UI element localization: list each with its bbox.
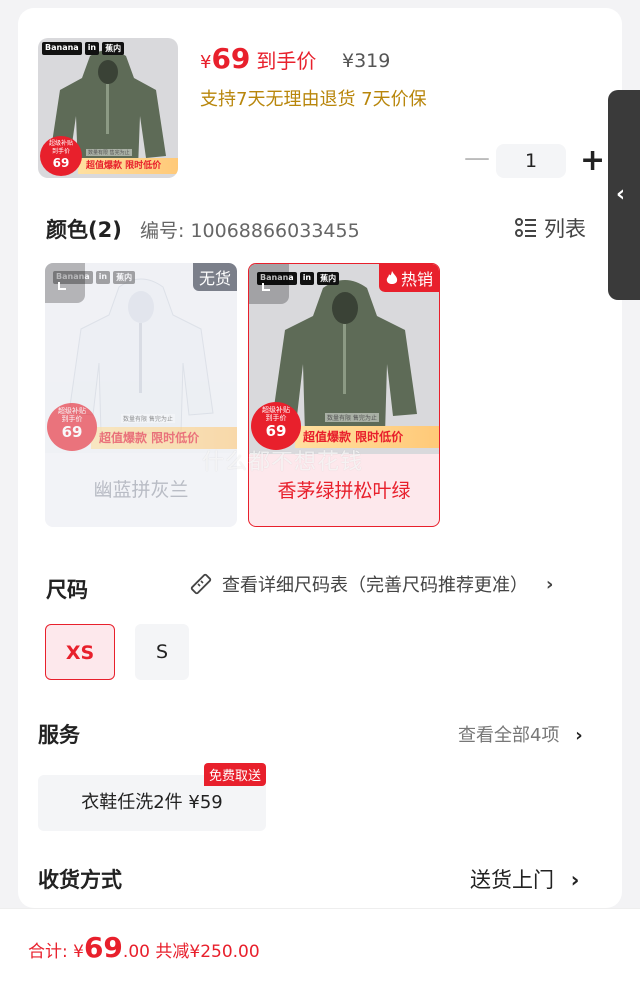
- checkout-footer: 合计: ¥69.00 共减¥250.00: [0, 908, 640, 984]
- free-pickup-badge: 免费取送: [204, 763, 267, 786]
- watermark-text: 什么都不想花钱: [202, 450, 364, 475]
- color-section-title: 颜色(2): [46, 218, 122, 242]
- brand-badge: 蕉内: [113, 271, 136, 284]
- total-decimal: .00: [122, 942, 150, 962]
- final-price: ¥69 到手价: [200, 42, 316, 75]
- hot-sale-label: 热销: [400, 270, 433, 289]
- chevron-right-icon: ›: [575, 725, 583, 746]
- return-policy: 支持7天无理由退货 7天价保: [200, 89, 427, 110]
- promo-banner: 数量有限 售完为止 超值爆款 限时低价 超级补贴 到手价 69: [38, 136, 178, 178]
- promo-mini-text: 数量有限 售完为止: [325, 413, 379, 422]
- size-chart-link[interactable]: 查看详细尺码表（完善尺码推荐更准） ›: [188, 571, 553, 597]
- price-value: 69: [211, 42, 251, 75]
- promo-circle-price: 69: [61, 423, 83, 441]
- promo-circle-price: 69: [265, 422, 287, 440]
- list-view-toggle[interactable]: 列表: [514, 213, 586, 243]
- out-of-stock-badge: 无货: [192, 263, 237, 291]
- promo-strip: 超值爆款 限时低价: [78, 158, 178, 174]
- original-price: ¥319: [342, 50, 391, 72]
- brand-badge: in: [95, 271, 111, 284]
- brand-badge: Banana: [42, 42, 82, 55]
- promo-mini-text: 数量有限 售完为止: [121, 414, 175, 423]
- promo-circle-line1: 超级补贴: [262, 406, 290, 414]
- ruler-icon: [190, 573, 212, 595]
- list-icon: [515, 218, 536, 237]
- expand-icon: [58, 282, 66, 290]
- size-section-title: 尺码: [46, 578, 88, 602]
- view-all-services-link[interactable]: 查看全部4项 ›: [458, 721, 583, 747]
- promo-mini-text: 数量有限 售完为止: [86, 149, 132, 156]
- brand-badge: 蕉内: [102, 42, 125, 55]
- view-all-services-label: 查看全部4项: [458, 725, 560, 746]
- color-swatch-option[interactable]: Banana in 蕉内 数量有限 售完为止 超值爆款 限时低价 超级补贴 到手…: [45, 263, 237, 527]
- product-sku-sheet: Banana in 蕉内 数量有限 售完为止 超值爆款 限时低价 超级补贴 到手…: [18, 8, 622, 908]
- shipping-method-value: 送货上门: [470, 868, 554, 892]
- shipping-section-title: 收货方式: [38, 868, 122, 892]
- promo-circle-line1: 超级补贴: [58, 407, 86, 415]
- chevron-right-icon: ›: [546, 573, 554, 595]
- swatch-name: 幽蓝拼灰兰: [93, 479, 189, 501]
- promo-circle-line2: 到手价: [265, 414, 287, 422]
- promo-circle-line2: 到手价: [51, 148, 70, 155]
- total-price: 合计: ¥69.00 共减¥250.00: [28, 931, 260, 964]
- brand-badge: 蕉内: [317, 272, 340, 285]
- promo-circle: 超级补贴 到手价 69: [251, 402, 301, 450]
- chevron-left-icon: ‹: [616, 182, 626, 207]
- promo-circle: 超级补贴 到手价 69: [40, 136, 82, 176]
- color-swatch-option-selected[interactable]: Banana in 蕉内 数量有限 售完为止 超值爆款 限时低价 超级补贴 到手…: [248, 263, 440, 527]
- expand-icon: [262, 283, 270, 291]
- chevron-right-icon: ›: [570, 868, 580, 892]
- quantity-decrease-button[interactable]: —: [464, 145, 490, 171]
- brand-badge: in: [84, 42, 100, 55]
- promo-circle-price: 69: [52, 156, 70, 170]
- brand-badge: in: [299, 272, 315, 285]
- list-view-label: 列表: [544, 217, 586, 241]
- promo-circle: 超级补贴 到手价 69: [47, 403, 97, 451]
- product-thumbnail[interactable]: Banana in 蕉内 数量有限 售完为止 超值爆款 限时低价 超级补贴 到手…: [38, 38, 178, 178]
- shipping-method-selector[interactable]: 送货上门 ›: [470, 864, 579, 894]
- sku-number: 编号: 10068866033455: [140, 220, 360, 242]
- hot-sale-badge: 热销: [378, 264, 439, 292]
- size-option-s[interactable]: S: [135, 624, 189, 680]
- total-saved: 共减¥250.00: [155, 942, 260, 962]
- swatch-name: 香茅绿拼松叶绿: [277, 480, 411, 502]
- fire-icon: [386, 271, 398, 284]
- size-chart-label: 查看详细尺码表（完善尺码推荐更准）: [222, 575, 528, 596]
- promo-circle-line1: 超级补贴: [48, 140, 73, 147]
- total-integer: 69: [83, 931, 123, 964]
- side-panel-toggle[interactable]: ‹: [608, 90, 640, 300]
- service-section-title: 服务: [38, 723, 80, 747]
- quantity-increase-button[interactable]: +: [580, 144, 605, 178]
- expand-image-button[interactable]: [45, 263, 85, 303]
- price-symbol: ¥: [200, 52, 212, 73]
- size-option-xs[interactable]: XS: [45, 624, 115, 680]
- promo-circle-line2: 到手价: [61, 415, 83, 423]
- quantity-input[interactable]: 1: [496, 144, 566, 178]
- total-prefix: 合计: ¥: [28, 942, 84, 962]
- brand-badges: Banana in 蕉内: [42, 42, 125, 55]
- expand-image-button[interactable]: [249, 264, 289, 304]
- price-tag: 到手价: [256, 49, 317, 73]
